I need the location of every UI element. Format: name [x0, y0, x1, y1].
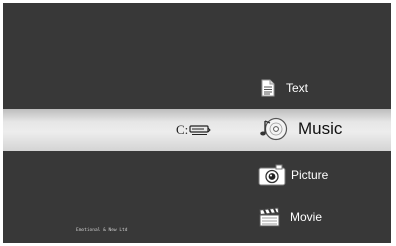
menu-item-text-label: Text	[286, 81, 309, 95]
menu-item-picture[interactable]: Picture	[258, 164, 328, 186]
footer-copyright: Emotional & New Ltd	[76, 228, 128, 233]
camera-icon	[258, 164, 286, 186]
menu-item-text[interactable]: Text	[258, 79, 308, 97]
menu-item-music-label: Music	[298, 119, 343, 138]
music-disc-icon	[260, 117, 288, 141]
hard-drive-icon	[189, 125, 212, 135]
clapperboard-icon	[259, 207, 280, 227]
menu-item-movie[interactable]: Movie	[258, 207, 322, 227]
media-browser-screen: Text Music Picture Movie C: Emotional & …	[3, 3, 391, 243]
drive-indicator: C:	[176, 122, 212, 138]
menu-item-picture-label: Picture	[291, 168, 329, 182]
menu-item-movie-label: Movie	[290, 210, 323, 224]
document-icon	[261, 79, 275, 97]
drive-label: C:	[176, 122, 189, 137]
menu-item-music[interactable]: Music	[258, 116, 342, 142]
